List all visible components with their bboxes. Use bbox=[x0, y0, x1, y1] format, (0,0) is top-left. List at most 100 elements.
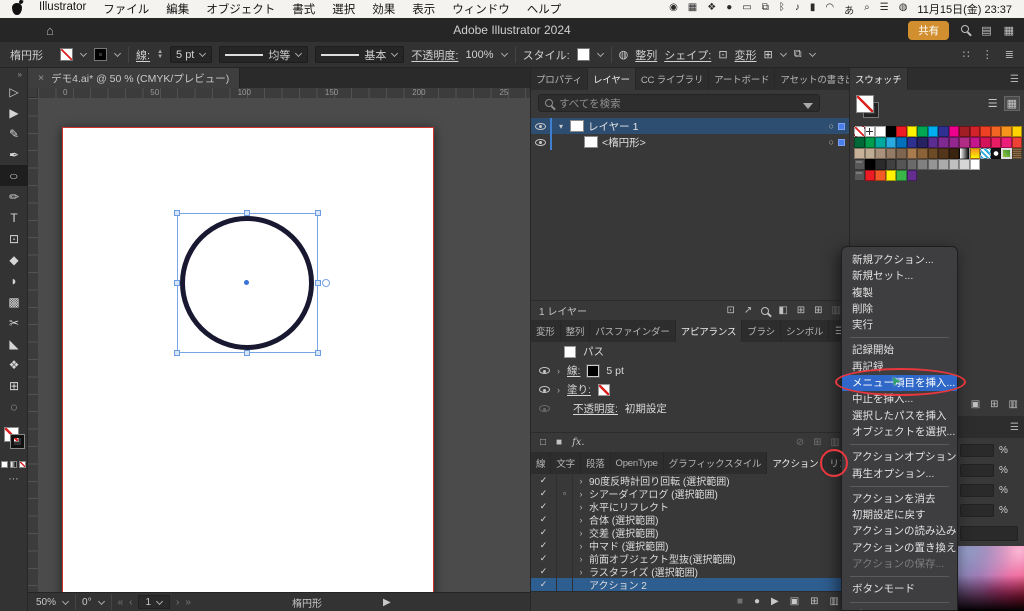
stroke-proxy[interactable] bbox=[11, 435, 24, 448]
bounding-box-icon[interactable]: ⊞ bbox=[764, 48, 773, 61]
artboard[interactable] bbox=[62, 127, 434, 592]
chevron-down-icon[interactable] bbox=[62, 597, 69, 604]
notification-badge-icon[interactable]: ❖ bbox=[707, 2, 716, 17]
swatch[interactable] bbox=[875, 159, 886, 170]
stop-icon[interactable]: ■ bbox=[737, 596, 743, 607]
swatch[interactable] bbox=[970, 126, 981, 137]
record-icon[interactable]: ◉ bbox=[669, 2, 678, 17]
swatch[interactable] bbox=[991, 137, 1002, 148]
chevron-right-icon[interactable]: › bbox=[557, 366, 560, 376]
export-icon[interactable]: ↗ bbox=[744, 305, 752, 316]
swatch[interactable] bbox=[865, 137, 876, 148]
opacity-attr-label[interactable]: 不透明度: bbox=[573, 401, 618, 416]
shape-icon[interactable]: ⊡ bbox=[718, 48, 727, 61]
stroke-width-field[interactable]: 5 pt bbox=[170, 46, 212, 63]
search-input[interactable]: すべてを検索 bbox=[538, 94, 820, 112]
none-button[interactable] bbox=[19, 461, 26, 468]
align-link[interactable]: 整列 bbox=[635, 47, 657, 63]
swatch[interactable] bbox=[959, 148, 970, 159]
rotation-value[interactable]: 0° bbox=[82, 597, 92, 608]
swatch-libraries-icon[interactable]: ▣ bbox=[971, 399, 980, 410]
swatch[interactable] bbox=[1012, 159, 1023, 170]
trash-icon[interactable]: ▥ bbox=[832, 305, 841, 316]
appearance-stroke-row[interactable]: › 線: 5 pt bbox=[531, 361, 849, 380]
selection-handle[interactable] bbox=[244, 350, 250, 356]
context-menu-item[interactable]: アクションオプション... bbox=[842, 449, 957, 465]
swatch[interactable] bbox=[970, 170, 981, 181]
locate-object-icon[interactable] bbox=[761, 307, 769, 315]
collect-for-export-icon[interactable]: ⊡ bbox=[727, 305, 735, 316]
search-icon[interactable] bbox=[961, 24, 969, 36]
new-sublayer-icon[interactable]: ⊞ bbox=[797, 305, 805, 316]
screen-mirroring-icon[interactable]: ⧉ bbox=[762, 2, 769, 17]
menubar-item[interactable]: 書式 bbox=[292, 1, 315, 17]
prev-artboard-icon[interactable]: ‹ bbox=[129, 597, 132, 608]
swatch[interactable] bbox=[907, 126, 918, 137]
scissors-tool[interactable]: ✂ bbox=[0, 312, 28, 333]
expand-chevron-icon[interactable]: › bbox=[573, 541, 589, 551]
action-row[interactable]: ✓ › 合体 (選択範囲) bbox=[531, 513, 849, 526]
selection-tool[interactable]: ▷ bbox=[0, 81, 28, 102]
new-swatch-icon[interactable]: ⊞ bbox=[990, 399, 998, 410]
swatch[interactable] bbox=[875, 148, 886, 159]
swatch[interactable] bbox=[1001, 170, 1012, 181]
swatch[interactable] bbox=[949, 159, 960, 170]
toggle-check-icon[interactable]: ✓ bbox=[531, 565, 557, 578]
panel-options-icon[interactable]: ≣ bbox=[1005, 48, 1014, 61]
opacity-attr-value[interactable]: 初期設定 bbox=[625, 401, 667, 416]
record-icon[interactable]: ● bbox=[754, 596, 760, 607]
artboard-tool[interactable]: ⊞ bbox=[0, 375, 28, 396]
toggle-check-icon[interactable]: ✓ bbox=[531, 474, 557, 487]
new-layer-icon[interactable]: ⊞ bbox=[814, 305, 822, 316]
swatch[interactable] bbox=[980, 159, 991, 170]
appearance-opacity-row[interactable]: 不透明度: 初期設定 bbox=[531, 399, 849, 418]
swatch[interactable] bbox=[917, 159, 928, 170]
context-menu-item[interactable]: アクションの保存... bbox=[842, 556, 957, 572]
pen-tool[interactable]: ✒ bbox=[0, 144, 28, 165]
context-menu-item[interactable] bbox=[850, 576, 949, 577]
selection-indicator[interactable] bbox=[838, 123, 845, 130]
color-slider-field[interactable] bbox=[960, 444, 994, 457]
swatch[interactable] bbox=[875, 137, 886, 148]
visibility-eye-icon[interactable] bbox=[539, 367, 550, 374]
toggle-check-icon[interactable]: ✓ bbox=[531, 539, 557, 552]
new-fill-icon[interactable]: ■ bbox=[556, 437, 562, 448]
swatch[interactable] bbox=[928, 148, 939, 159]
visibility-eye-icon[interactable] bbox=[539, 405, 550, 412]
selection-handle[interactable] bbox=[315, 350, 321, 356]
chevron-down-icon[interactable] bbox=[98, 597, 105, 604]
context-menu-item[interactable]: 記録開始 bbox=[842, 342, 957, 358]
color-button[interactable] bbox=[1, 461, 8, 468]
arrange-docs-icon[interactable]: ∷ bbox=[963, 48, 970, 61]
swatch[interactable] bbox=[1001, 137, 1012, 148]
opacity-value[interactable]: 100% bbox=[465, 49, 493, 61]
layer-row[interactable]: ▾ レイヤー 1 ○ bbox=[531, 118, 849, 134]
swatch[interactable] bbox=[865, 159, 876, 170]
stroke-panel-link[interactable]: 線: bbox=[136, 47, 150, 63]
swatch[interactable] bbox=[886, 159, 897, 170]
document-tab[interactable]: × デモ4.ai* @ 50 % (CMYK/プレビュー) bbox=[28, 68, 240, 88]
swatch[interactable] bbox=[907, 137, 918, 148]
menubar-item[interactable]: 編集 bbox=[166, 1, 189, 17]
sound-muted-icon[interactable]: ♪ bbox=[795, 2, 800, 17]
expand-chevron-icon[interactable]: › bbox=[573, 515, 589, 525]
hex-value-field[interactable] bbox=[960, 526, 1018, 541]
swatch[interactable] bbox=[991, 148, 1002, 159]
expand-chevron-icon[interactable]: › bbox=[573, 528, 589, 538]
panel-tab[interactable]: 整列 bbox=[561, 320, 591, 342]
swatch[interactable] bbox=[928, 159, 939, 170]
context-menu-item[interactable] bbox=[850, 337, 949, 338]
new-action-icon[interactable]: ⊞ bbox=[810, 596, 818, 607]
clear-appearance-icon[interactable]: ⊘ bbox=[796, 437, 804, 448]
selection-handle[interactable] bbox=[174, 350, 180, 356]
last-artboard-icon[interactable]: » bbox=[185, 597, 191, 608]
fill-attr-label[interactable]: 塗り: bbox=[567, 382, 591, 397]
close-icon[interactable]: × bbox=[38, 72, 44, 84]
panel-tab[interactable]: シンボル bbox=[781, 320, 829, 342]
panel-tab[interactable]: ブラシ bbox=[742, 320, 781, 342]
swatches-tab[interactable]: スウォッチ bbox=[850, 68, 908, 90]
new-stroke-icon[interactable]: □ bbox=[540, 437, 546, 448]
apple-menu-icon[interactable] bbox=[12, 3, 22, 15]
swatch[interactable] bbox=[980, 137, 991, 148]
color-slider-field[interactable] bbox=[960, 484, 994, 497]
